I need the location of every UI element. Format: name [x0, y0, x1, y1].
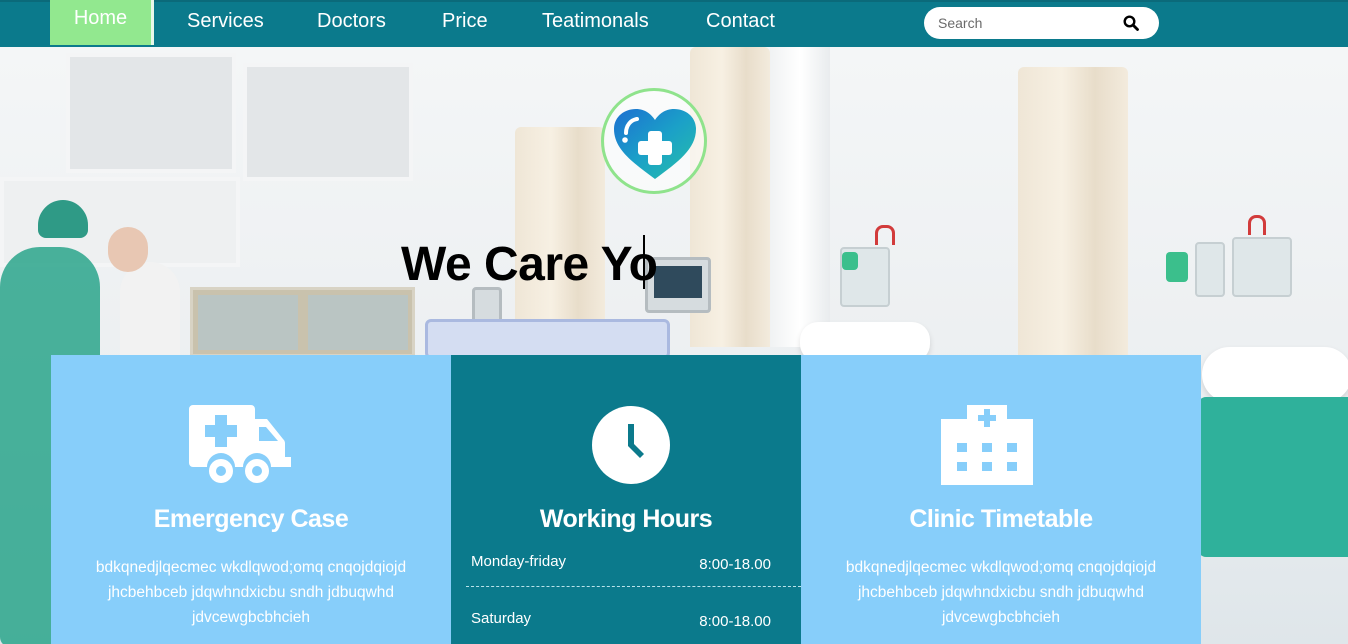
heart-plus-icon	[614, 109, 696, 179]
nav-price-link[interactable]: Price	[442, 2, 488, 42]
top-navbar: Home Services Doctors Price Teatimonals …	[0, 0, 1348, 47]
clinic-timetable-title: Clinic Timetable	[909, 505, 1093, 533]
working-hours-title: Working Hours	[539, 505, 713, 533]
hours-divider	[466, 586, 801, 587]
hero-heading: We Care Yo	[401, 238, 658, 291]
typing-caret	[643, 235, 645, 289]
emergency-title: Emergency Case	[153, 505, 349, 533]
hours-time-value: 8:00-18.00	[699, 556, 771, 573]
emergency-card: Emergency Case bdkqnedjlqecmec wkdlqwod;…	[51, 355, 451, 644]
nav-doctors-link[interactable]: Doctors	[317, 2, 386, 42]
nav-contact-link[interactable]: Contact	[706, 2, 775, 42]
hours-day-label: Saturday	[471, 610, 532, 627]
person-head	[108, 227, 148, 272]
hours-row-weekdays: Monday-friday 8:00-18.00	[451, 547, 801, 577]
hours-day-label: Monday-friday	[471, 553, 567, 570]
emergency-text: bdkqnedjlqecmec wkdlqwod;omq cnqojdqiojd…	[95, 559, 407, 626]
search-icon[interactable]	[1123, 15, 1139, 31]
hero-section: We Care Yo Emergency Case bdkqnedjlqecme…	[0, 47, 1348, 644]
nav-testimonials-link[interactable]: Teatimonals	[542, 2, 649, 42]
search-box	[924, 7, 1159, 39]
working-hours-card: Working Hours Monday-friday 8:00-18.00 S…	[451, 355, 801, 644]
nav-services-link[interactable]: Services	[187, 2, 264, 42]
search-input[interactable]	[938, 13, 1118, 33]
ambulance-icon	[189, 405, 291, 483]
hours-row-saturday: Saturday 8:00-18.00	[451, 604, 801, 634]
clock-icon	[592, 406, 670, 484]
hospital-icon	[941, 405, 1033, 485]
clinic-timetable-text: bdkqnedjlqecmec wkdlqwod;omq cnqojdqiojd…	[845, 559, 1157, 626]
hours-time-value: 8:00-18.00	[699, 613, 771, 630]
nav-home-link[interactable]: Home	[50, 0, 154, 45]
clinic-timetable-card: Clinic Timetable bdkqnedjlqecmec wkdlqwo…	[801, 355, 1201, 644]
